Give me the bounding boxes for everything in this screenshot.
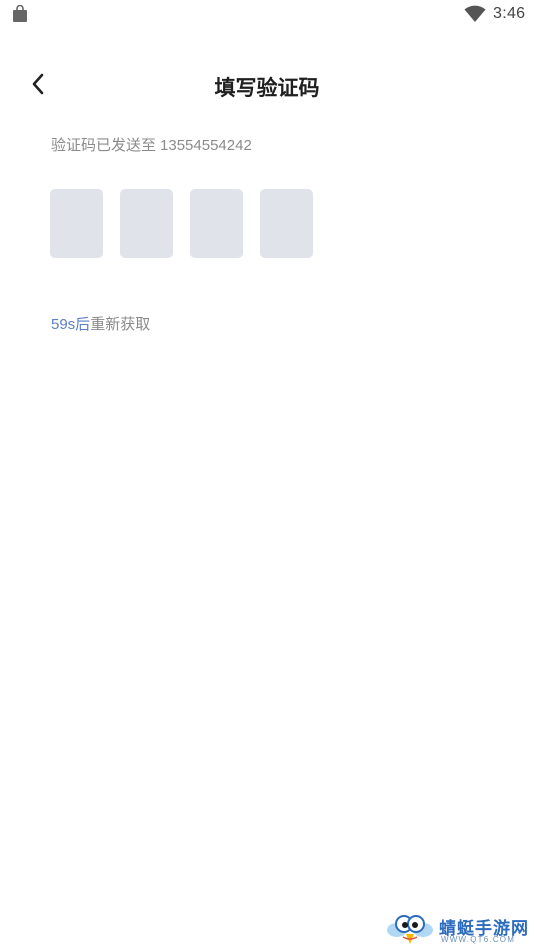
wifi-icon: [464, 5, 486, 22]
resend-link[interactable]: 59s后重新获取: [51, 313, 150, 334]
status-time: 3:46: [493, 5, 526, 22]
code-input-box-4[interactable]: [260, 189, 313, 258]
verification-page: 3:46 填写验证码 验证码已发送至13554554242 59s后重新获取: [0, 0, 534, 949]
resend-countdown: 59s后: [51, 316, 91, 333]
sent-hint-text: 验证码已发送至: [51, 137, 157, 154]
phone-number: 13554554242: [160, 137, 252, 154]
dragonfly-logo-icon: [387, 915, 433, 944]
watermark-url: WWW.QT6.COM: [441, 935, 516, 944]
status-bar: 3:46: [0, 0, 534, 30]
code-input-box-2[interactable]: [120, 189, 173, 258]
resend-label: 重新获取: [90, 316, 151, 333]
watermark: 蜻蜓手游网 WWW.QT6.COM: [386, 908, 532, 948]
sent-hint: 验证码已发送至 13554554242: [51, 134, 252, 155]
page-title: 填写验证码: [214, 77, 320, 100]
code-input-box-3[interactable]: [190, 189, 243, 258]
shopping-bag-icon: [13, 5, 27, 22]
code-input-box-1[interactable]: [50, 189, 103, 258]
